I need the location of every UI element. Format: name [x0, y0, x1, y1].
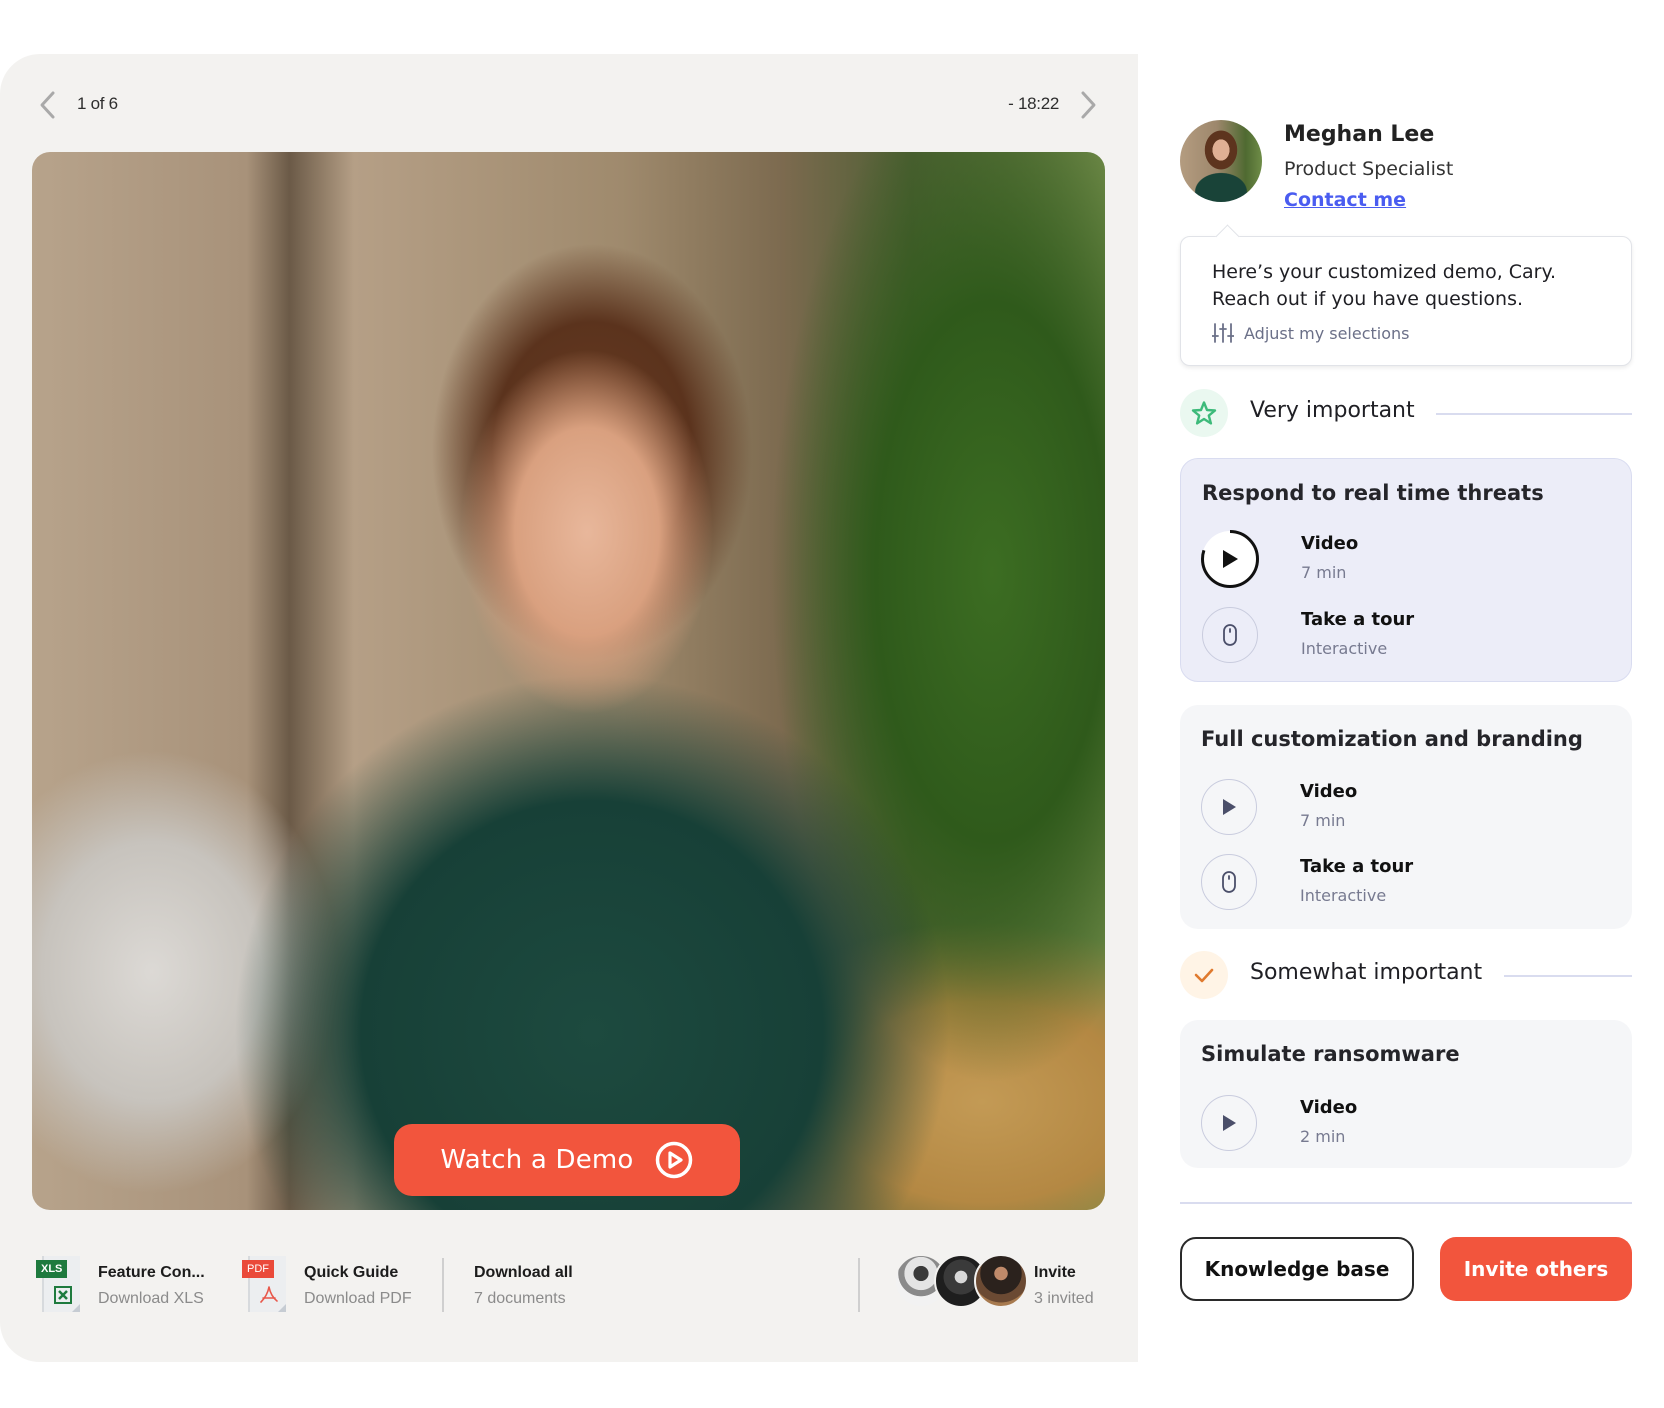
specialist-profile: Meghan Lee Product Specialist Contact me — [1180, 118, 1632, 218]
topic-card[interactable]: Respond to real time threats Video 7 min… — [1180, 458, 1632, 682]
avatar — [974, 1254, 1028, 1308]
avatar — [1180, 120, 1262, 202]
play-button[interactable] — [1201, 779, 1257, 835]
tour-resource[interactable]: Take a tour Interactive — [1202, 607, 1622, 667]
doc-title: Feature Con... — [98, 1264, 205, 1281]
resource-title: Take a tour — [1300, 856, 1414, 877]
mouse-icon — [1222, 871, 1236, 893]
section-label: Somewhat important — [1250, 960, 1483, 985]
video-resource[interactable]: Video 7 min — [1201, 779, 1621, 839]
check-icon — [1194, 968, 1214, 983]
video-resource[interactable]: Video 7 min — [1201, 530, 1622, 591]
excel-file-icon: XLS — [36, 1256, 80, 1314]
doc-subtitle: Download PDF — [304, 1290, 412, 1307]
download-xls-item[interactable]: XLS Feature Con... Download XLS — [36, 1256, 205, 1316]
specialist-role: Product Specialist — [1284, 158, 1454, 180]
knowledge-base-button[interactable]: Knowledge base — [1180, 1237, 1414, 1301]
section-somewhat-important: Somewhat important — [1180, 951, 1632, 999]
previous-button[interactable] — [36, 88, 60, 122]
tour-resource[interactable]: Take a tour Interactive — [1201, 854, 1621, 914]
demo-agenda-sidebar: Meghan Lee Product Specialist Contact me… — [1180, 0, 1632, 1408]
pdf-file-icon: PDF — [242, 1256, 286, 1314]
divider — [1180, 1202, 1632, 1204]
resource-duration: 2 min — [1300, 1127, 1346, 1146]
topic-title: Simulate ransomware — [1201, 1042, 1460, 1066]
video-thumbnail[interactable] — [32, 152, 1105, 1210]
video-resource[interactable]: Video 2 min — [1201, 1095, 1621, 1155]
download-all-item[interactable]: Download all 7 documents — [474, 1256, 573, 1316]
invite-item[interactable]: Invite 3 invited — [1034, 1256, 1094, 1316]
resource-type: Interactive — [1301, 639, 1388, 658]
presenter-photo — [32, 152, 1105, 1210]
play-circle-icon — [655, 1141, 692, 1179]
sliders-icon — [1212, 323, 1234, 343]
specialist-name: Meghan Lee — [1284, 122, 1435, 147]
resources-bar: XLS Feature Con... Download XLS PDF Quic… — [0, 1244, 1138, 1354]
download-all-title: Download all — [474, 1264, 573, 1281]
progress-ring — [1201, 530, 1259, 588]
welcome-message-card: Here’s your customized demo, Cary. Reach… — [1180, 236, 1632, 366]
section-divider — [1436, 413, 1632, 415]
contact-me-link[interactable]: Contact me — [1284, 189, 1406, 211]
download-pdf-item[interactable]: PDF Quick Guide Download PDF — [242, 1256, 412, 1316]
page-indicator: 1 of 6 — [77, 94, 118, 113]
invite-others-button[interactable]: Invite others — [1440, 1237, 1632, 1301]
topic-title: Respond to real time threats — [1202, 481, 1544, 505]
topic-card[interactable]: Full customization and branding Video 7 … — [1180, 705, 1632, 929]
invite-subtitle: 3 invited — [1034, 1290, 1094, 1307]
topic-title: Full customization and branding — [1201, 727, 1583, 751]
doc-subtitle: Download XLS — [98, 1290, 204, 1307]
player-topbar: 1 of 6 - 18:22 — [0, 54, 1138, 154]
resource-title: Video — [1301, 533, 1359, 554]
resource-title: Take a tour — [1301, 609, 1415, 630]
star-icon — [1191, 401, 1217, 425]
welcome-message: Here’s your customized demo, Cary. Reach… — [1212, 261, 1557, 310]
tour-button[interactable] — [1202, 607, 1258, 663]
resource-type: Interactive — [1300, 886, 1387, 905]
download-all-subtitle: 7 documents — [474, 1290, 566, 1307]
adjust-selections-link[interactable]: Adjust my selections — [1212, 323, 1410, 343]
section-label: Very important — [1250, 398, 1415, 423]
section-divider — [1504, 975, 1632, 977]
resource-title: Video — [1300, 1097, 1358, 1118]
doc-title: Quick Guide — [304, 1264, 399, 1281]
tour-button[interactable] — [1201, 854, 1257, 910]
next-button[interactable] — [1076, 88, 1100, 122]
section-badge — [1180, 389, 1228, 437]
watch-demo-button[interactable]: Watch a Demo — [394, 1124, 740, 1196]
mouse-icon — [1223, 624, 1237, 646]
section-badge — [1180, 951, 1228, 999]
invited-avatars[interactable] — [894, 1254, 1028, 1310]
resource-title: Video — [1300, 781, 1358, 802]
demo-player-panel: 1 of 6 - 18:22 Watch a Demo XLS Feature … — [0, 54, 1138, 1362]
resource-duration: 7 min — [1300, 811, 1346, 830]
play-icon — [1223, 799, 1236, 815]
chevron-right-icon — [1081, 91, 1096, 119]
watch-demo-label: Watch a Demo — [440, 1145, 634, 1175]
play-button[interactable] — [1201, 1095, 1257, 1151]
divider — [858, 1258, 860, 1312]
section-very-important: Very important — [1180, 389, 1632, 437]
adjust-selections-label: Adjust my selections — [1244, 323, 1410, 343]
chevron-left-icon — [40, 91, 55, 119]
play-icon — [1223, 1115, 1236, 1131]
divider — [442, 1258, 444, 1312]
resource-duration: 7 min — [1301, 563, 1347, 582]
time-remaining: - 18:22 — [1008, 94, 1059, 113]
invite-title: Invite — [1034, 1264, 1076, 1281]
topic-card[interactable]: Simulate ransomware Video 2 min — [1180, 1020, 1632, 1168]
